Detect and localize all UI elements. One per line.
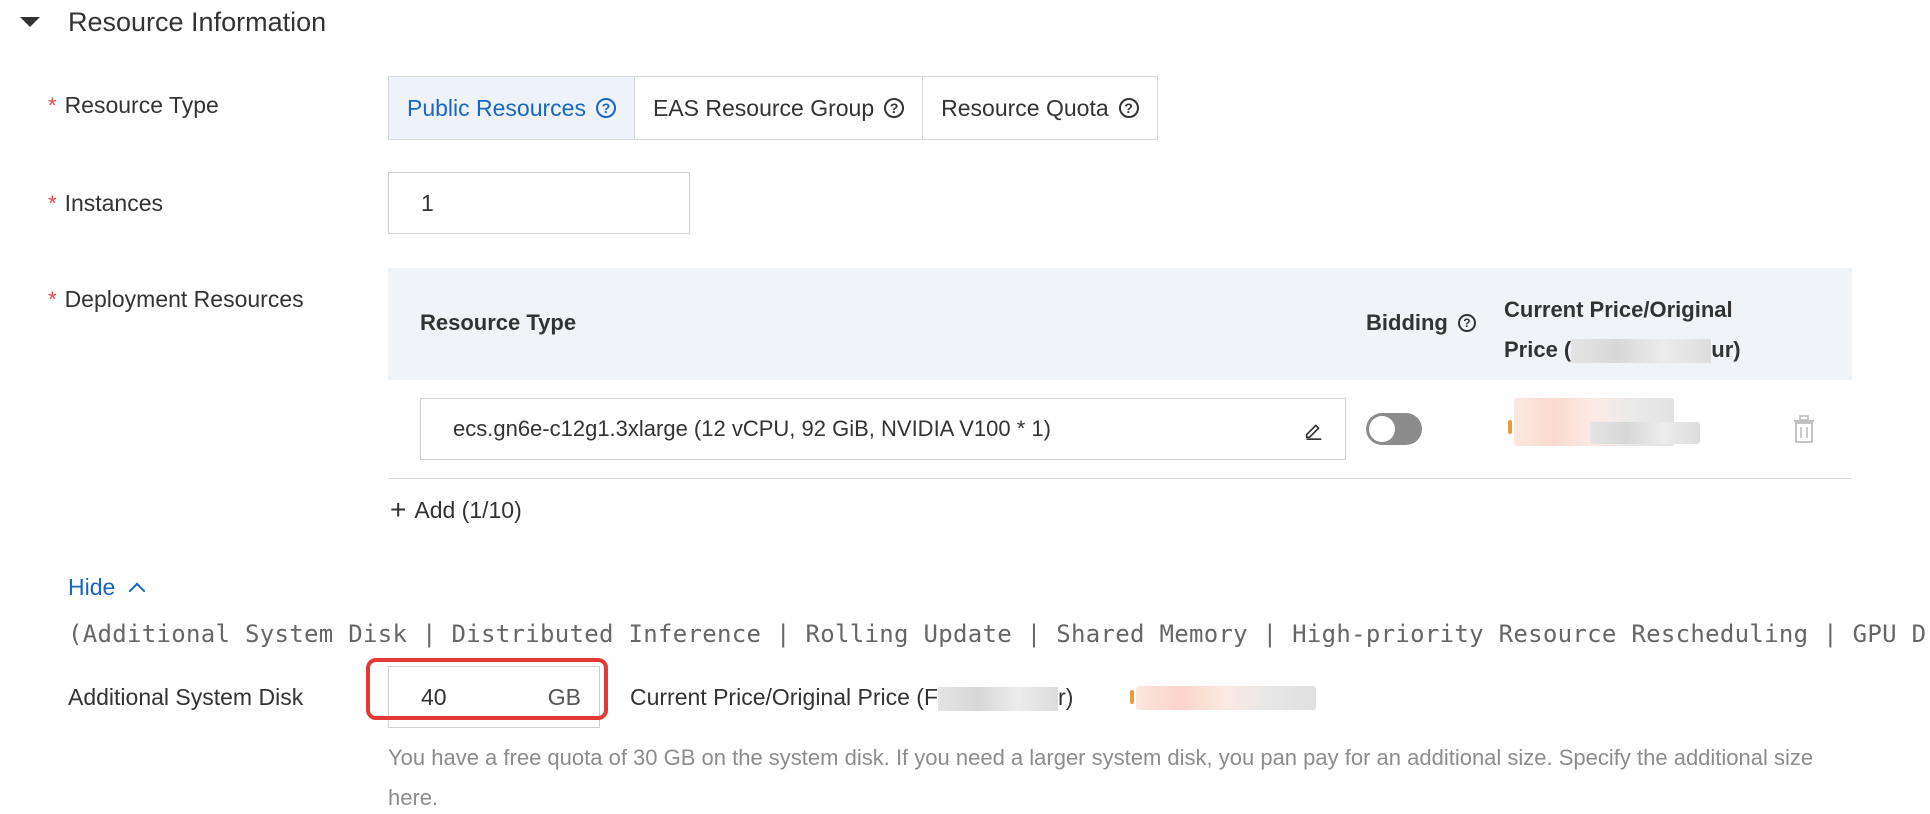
resource-type-label: * Resource Type (48, 92, 219, 119)
column-bidding: Bidding ? (1366, 310, 1476, 336)
redacted-text (1571, 339, 1712, 364)
required-mark: * (48, 286, 57, 312)
toggle-knob (1369, 416, 1395, 442)
tab-public-resources[interactable]: Public Resources ? (389, 77, 635, 139)
resource-type-value: ecs.gn6e-c12g1.3xlarge (12 vCPU, 92 GiB,… (453, 416, 1051, 441)
advanced-features-list: (Additional System Disk | Distributed In… (68, 620, 1930, 648)
system-disk-label: Additional System Disk (68, 684, 304, 710)
help-circle-icon[interactable]: ? (1457, 314, 1476, 332)
bidding-toggle[interactable] (1366, 413, 1422, 445)
required-mark: * (48, 190, 57, 216)
column-price-line2-suffix: ur) (1711, 337, 1741, 362)
column-price-line2-prefix: Price ( (1504, 337, 1572, 362)
tab-label: Public Resources (407, 94, 586, 121)
price-marker (1130, 690, 1134, 704)
tab-label: EAS Resource Group (652, 94, 875, 121)
chevron-up-icon (128, 582, 146, 599)
add-resource-button[interactable]: + Add (1/10) (390, 496, 522, 524)
help-circle-icon[interactable]: ? (1118, 98, 1139, 118)
required-mark: * (48, 92, 57, 118)
deployment-label-text: Deployment Resources (64, 286, 304, 312)
instances-input[interactable] (388, 172, 690, 234)
edit-icon[interactable] (1303, 419, 1325, 441)
system-disk-price: Current Price/Original Price (F r) (630, 684, 1073, 711)
redacted-price (1590, 422, 1700, 444)
hide-advanced-button[interactable]: Hide (68, 574, 146, 601)
plus-icon: + (390, 494, 407, 525)
section-header[interactable]: Resource Information (20, 0, 326, 44)
deployment-resources-label: * Deployment Resources (48, 286, 304, 313)
tab-eas-resource-group[interactable]: EAS Resource Group ? (635, 77, 924, 139)
table-header: Resource Type Bidding ? Current Price/Or… (388, 268, 1852, 380)
column-bidding-text: Bidding (1366, 310, 1448, 335)
tab-label: Resource Quota (941, 94, 1109, 121)
column-resource-type: Resource Type (420, 310, 577, 335)
page: Resource Information * Resource Type Pub… (0, 0, 1930, 814)
caret-down-icon[interactable] (20, 17, 40, 27)
price-marker (1508, 420, 1512, 434)
instances-label-text: Instances (64, 190, 164, 216)
price-suffix: r) (1058, 684, 1074, 710)
trash-icon[interactable] (1791, 414, 1817, 444)
add-label: Add (1/10) (414, 496, 522, 523)
hide-label: Hide (68, 574, 116, 600)
section-title: Resource Information (68, 6, 327, 37)
help-circle-icon[interactable]: ? (595, 98, 616, 118)
column-price: Current Price/Original Price ( ur) (1504, 290, 1741, 370)
resource-type-field[interactable]: ecs.gn6e-c12g1.3xlarge (12 vCPU, 92 GiB,… (420, 398, 1346, 460)
resource-type-label-text: Resource Type (64, 92, 219, 118)
help-circle-icon[interactable]: ? (884, 98, 905, 118)
redacted-price (1136, 686, 1316, 710)
resource-type-segmented: Public Resources ? EAS Resource Group ? … (388, 76, 1158, 140)
redacted-text (938, 686, 1059, 711)
system-disk-hint: You have a free quota of 30 GB on the sy… (388, 745, 1814, 810)
price-prefix: Current Price/Original Price (F (630, 684, 939, 710)
column-price-line1: Current Price/Original (1504, 297, 1733, 322)
system-disk-input[interactable]: 40 GB (388, 666, 600, 728)
system-disk-value: 40 (421, 683, 447, 710)
tab-resource-quota[interactable]: Resource Quota ? (923, 77, 1156, 139)
system-disk-unit: GB (547, 683, 581, 710)
instances-label: * Instances (48, 190, 163, 217)
